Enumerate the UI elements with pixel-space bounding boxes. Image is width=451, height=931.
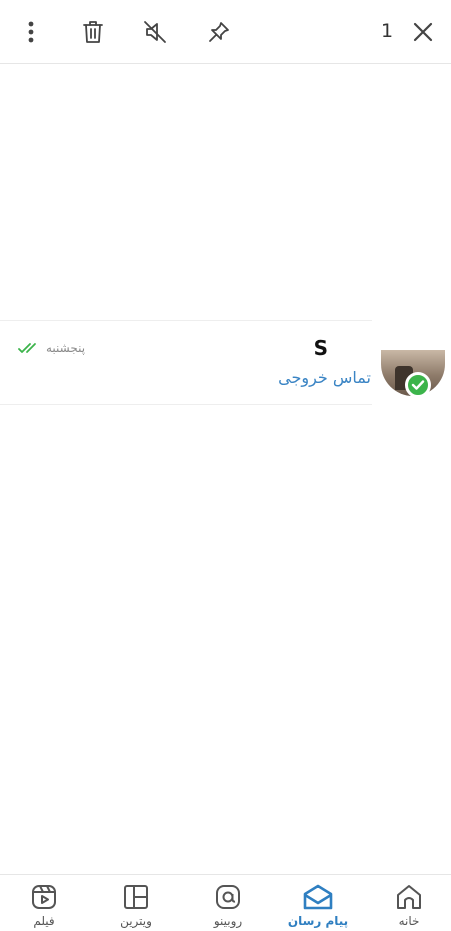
chat-time: پنجشنبه xyxy=(46,341,86,355)
nav-label-home: خانه xyxy=(398,914,420,928)
chat-avatar[interactable] xyxy=(381,350,445,398)
showcase-icon xyxy=(124,885,148,909)
close-selection-button[interactable] xyxy=(405,14,441,50)
nav-label-messenger: پیام رسان xyxy=(287,914,349,928)
nav-home[interactable]: خانه xyxy=(369,883,449,931)
more-options-button[interactable] xyxy=(13,14,49,50)
nav-showcase[interactable]: ویترین xyxy=(96,883,176,931)
selected-count: 1 xyxy=(380,20,394,42)
nav-rubino[interactable]: روبینو xyxy=(188,883,268,931)
more-options-icon xyxy=(28,21,34,43)
home-icon xyxy=(397,885,421,909)
delete-icon xyxy=(83,21,103,43)
mute-button[interactable] xyxy=(137,14,173,50)
nav-messenger[interactable]: پیام رسان xyxy=(278,883,358,931)
selected-check-badge xyxy=(405,372,431,398)
chat-last-message: تماس خروجی xyxy=(278,368,371,387)
pin-icon xyxy=(209,22,229,42)
at-icon xyxy=(216,885,240,909)
selection-toolbar: 1 xyxy=(0,0,451,64)
check-icon xyxy=(411,380,425,390)
double-check-icon xyxy=(18,343,36,353)
nav-label-film: فیلم xyxy=(33,914,55,928)
mute-icon xyxy=(144,21,166,43)
bottom-navigation: خانه پیام رسان روبینو ویترین فیلم xyxy=(0,874,451,931)
messenger-icon xyxy=(303,884,333,910)
nav-film[interactable]: فیلم xyxy=(4,883,84,931)
chat-name: S xyxy=(313,336,328,360)
pin-button[interactable] xyxy=(201,14,237,50)
nav-label-showcase: ویترین xyxy=(120,914,152,928)
film-icon xyxy=(32,885,56,909)
chat-timestamp-group: پنجشنبه xyxy=(18,341,85,355)
close-icon xyxy=(413,22,433,42)
delete-button[interactable] xyxy=(75,14,111,50)
chat-list-item[interactable] xyxy=(0,320,372,405)
nav-label-rubino: روبینو xyxy=(213,914,243,928)
